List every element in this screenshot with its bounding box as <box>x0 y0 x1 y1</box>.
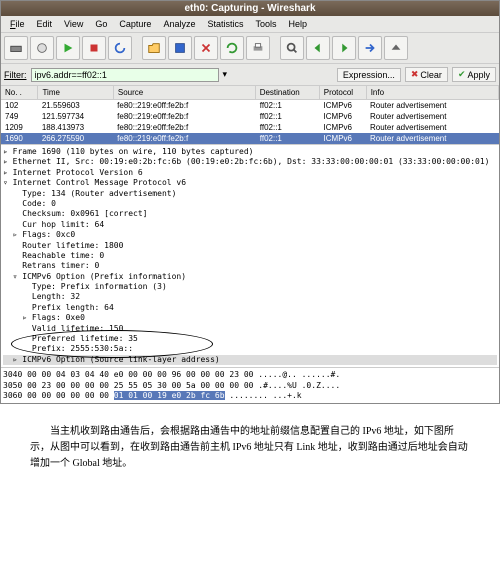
menu-go[interactable]: Go <box>90 18 112 30</box>
detail-line[interactable]: ▹ ICMPv6 Option (Source link-layer addre… <box>3 355 497 365</box>
col-proto[interactable]: Protocol <box>320 86 367 99</box>
menu-file[interactable]: File <box>5 18 30 30</box>
detail-line[interactable]: Code: 0 <box>3 199 497 209</box>
detail-line[interactable]: ▹ Flags: 0xe0 <box>3 313 497 323</box>
start-icon[interactable] <box>56 36 80 60</box>
packet-list[interactable]: No. . Time Source Destination Protocol I… <box>1 86 499 144</box>
hex-pane[interactable]: 3040 00 00 04 03 04 40 e0 00 00 00 96 00… <box>1 368 499 403</box>
window-title: eth0: Capturing - Wireshark <box>1 1 499 16</box>
print-icon[interactable] <box>246 36 270 60</box>
expression-button[interactable]: Expression... <box>337 68 401 82</box>
detail-line[interactable]: ▹ Flags: 0xc0 <box>3 230 497 240</box>
interfaces-icon[interactable] <box>4 36 28 60</box>
detail-line[interactable]: Prefix length: 64 <box>3 303 497 313</box>
options-icon[interactable] <box>30 36 54 60</box>
save-icon[interactable] <box>168 36 192 60</box>
close-icon[interactable] <box>194 36 218 60</box>
menu-tools[interactable]: Tools <box>250 18 281 30</box>
detail-line[interactable]: Preferred lifetime: 35 <box>3 334 497 344</box>
col-dst[interactable]: Destination <box>256 86 320 99</box>
filter-label: Filter: <box>4 70 27 80</box>
detail-line[interactable]: Router lifetime: 1800 <box>3 241 497 251</box>
col-time[interactable]: Time <box>38 86 113 99</box>
stop-icon[interactable] <box>82 36 106 60</box>
detail-line[interactable]: Type: Prefix information (3) <box>3 282 497 292</box>
menu-analyze[interactable]: Analyze <box>158 18 200 30</box>
detail-line[interactable]: Checksum: 0x0961 [correct] <box>3 209 497 219</box>
detail-line[interactable]: Valid lifetime: 150 <box>3 324 497 334</box>
packet-details[interactable]: ▹ Frame 1690 (110 bytes on wire, 110 byt… <box>1 144 499 368</box>
caption-text: 当主机收到路由通告后，会根据路由通告中的地址前缀信息配置自己的 IPv6 地址，… <box>0 404 500 492</box>
toolbar <box>1 33 499 64</box>
detail-line[interactable]: Length: 32 <box>3 292 497 302</box>
apply-button[interactable]: ✔Apply <box>452 67 496 82</box>
reload-icon[interactable] <box>220 36 244 60</box>
packet-row[interactable]: 1690266.275590fe80::219:e0ff:fe2b:fff02:… <box>1 133 499 144</box>
menu-edit[interactable]: Edit <box>32 18 58 30</box>
menu-statistics[interactable]: Statistics <box>202 18 248 30</box>
detail-line[interactable]: ▹ Frame 1690 (110 bytes on wire, 110 byt… <box>3 147 497 157</box>
menu-capture[interactable]: Capture <box>114 18 156 30</box>
forward-icon[interactable] <box>332 36 356 60</box>
packet-row[interactable]: 1209188.413973fe80::219:e0ff:fe2b:fff02:… <box>1 122 499 133</box>
packet-row[interactable]: 10221.559603fe80::219:e0ff:fe2b:fff02::1… <box>1 100 499 111</box>
hex-selection: 01 01 00 19 e0 2b fc 6b <box>114 391 225 400</box>
detail-line[interactable]: Prefix: 2555:530:5a:: <box>3 344 497 354</box>
clear-button[interactable]: ✖Clear <box>405 67 448 82</box>
filter-bar: Filter: ▾ Expression... ✖Clear ✔Apply <box>1 64 499 86</box>
menu-bar: File Edit View Go Capture Analyze Statis… <box>1 16 499 33</box>
menu-view[interactable]: View <box>59 18 88 30</box>
menu-help[interactable]: Help <box>284 18 313 30</box>
hex-row: 3060 00 00 00 00 00 00 01 01 00 19 e0 2b… <box>3 391 497 401</box>
filter-input[interactable] <box>31 68 219 82</box>
top-icon[interactable] <box>384 36 408 60</box>
detail-line[interactable]: Cur hop limit: 64 <box>3 220 497 230</box>
open-icon[interactable] <box>142 36 166 60</box>
goto-icon[interactable] <box>358 36 382 60</box>
detail-line[interactable]: Reachable time: 0 <box>3 251 497 261</box>
detail-line[interactable]: Type: 134 (Router advertisement) <box>3 189 497 199</box>
detail-line[interactable]: ▿ ICMPv6 Option (Prefix information) <box>3 272 497 282</box>
col-no[interactable]: No. . <box>1 86 38 99</box>
detail-line[interactable]: ▿ Internet Control Message Protocol v6 <box>3 178 497 188</box>
col-src[interactable]: Source <box>114 86 256 99</box>
detail-line[interactable]: ▹ Internet Protocol Version 6 <box>3 168 497 178</box>
detail-line[interactable]: ▹ Ethernet II, Src: 00:19:e0:2b:fc:6b (0… <box>3 157 497 167</box>
packet-row[interactable]: 749121.597734fe80::219:e0ff:fe2b:fff02::… <box>1 111 499 122</box>
back-icon[interactable] <box>306 36 330 60</box>
hex-row: 3040 00 00 04 03 04 40 e0 00 00 00 96 00… <box>3 370 497 380</box>
hex-row: 3050 00 23 00 00 00 00 25 55 05 30 00 5a… <box>3 381 497 391</box>
find-icon[interactable] <box>280 36 304 60</box>
restart-icon[interactable] <box>108 36 132 60</box>
col-info[interactable]: Info <box>367 86 499 99</box>
detail-line[interactable]: Retrans timer: 0 <box>3 261 497 271</box>
